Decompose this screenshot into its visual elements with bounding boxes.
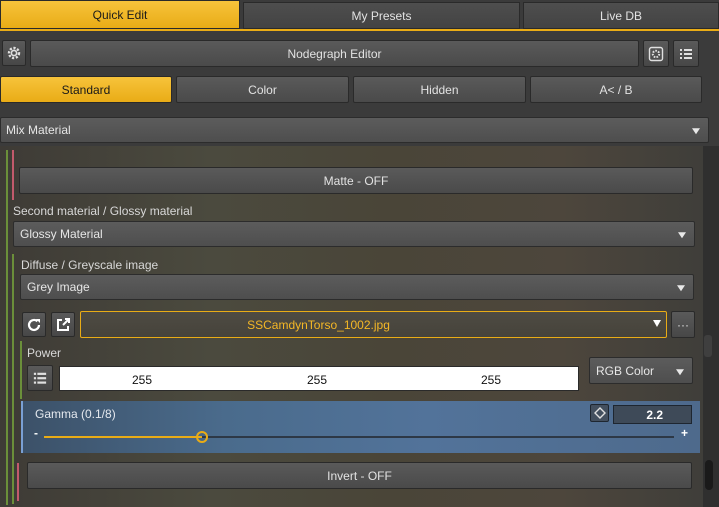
chevron-down-icon: [692, 128, 700, 135]
image-file-name: SSCamdynTorso_1002.jpg: [247, 317, 390, 332]
settings-button[interactable]: [2, 40, 26, 66]
chevron-down-icon: [677, 285, 685, 292]
power-color-field[interactable]: 255 255 255: [59, 366, 579, 391]
matte-toggle-button[interactable]: Matte - OFF: [19, 167, 693, 194]
reload-image-button[interactable]: [22, 312, 46, 337]
group-stripe-power: [20, 341, 22, 399]
image-options-button[interactable]: ···: [671, 311, 695, 338]
tab-quick-edit-label: Quick Edit: [92, 7, 148, 22]
gamma-label: Gamma (0.1/8): [35, 407, 116, 421]
chevron-down-icon: [676, 368, 684, 375]
gamma-slider-handle[interactable]: [195, 431, 208, 443]
scrollbar-track[interactable]: [703, 146, 719, 507]
power-list-button[interactable]: [27, 365, 53, 391]
filter-tab-color[interactable]: Color: [176, 76, 349, 103]
gamma-value-field[interactable]: 2.2: [613, 405, 692, 424]
filter-tab-color-label: Color: [248, 82, 277, 97]
second-material-value: Glossy Material: [20, 227, 103, 241]
filter-tab-standard[interactable]: Standard: [0, 76, 172, 103]
list-icon: [33, 372, 47, 384]
second-material-select[interactable]: Glossy Material: [13, 221, 695, 247]
filter-tab-hidden[interactable]: Hidden: [353, 76, 526, 103]
group-stripe-invert: [17, 463, 19, 501]
tab-my-presets-label: My Presets: [351, 8, 412, 23]
diffuse-value: Grey Image: [27, 280, 90, 294]
chevron-down-icon: [653, 320, 661, 327]
scrollbar-thumb[interactable]: [705, 460, 713, 490]
refresh-icon: [27, 318, 41, 331]
chevron-down-icon: [678, 232, 686, 239]
gear-icon: [7, 46, 21, 60]
gamma-slider-fill: [44, 436, 202, 438]
group-stripe-matte: [12, 150, 14, 200]
filter-tab-standard-label: Standard: [61, 82, 111, 97]
tab-live-db-label: Live DB: [599, 8, 643, 23]
tab-underline: [0, 29, 719, 31]
more-icon: ···: [677, 317, 689, 332]
nodegraph-editor-button[interactable]: Nodegraph Editor: [30, 40, 639, 67]
group-stripe-outer: [6, 150, 8, 505]
diffuse-select[interactable]: Grey Image: [20, 274, 694, 300]
power-blue-value[interactable]: 255: [481, 373, 501, 387]
power-mode-select[interactable]: RGB Color: [589, 357, 693, 384]
tab-live-db[interactable]: Live DB: [523, 2, 719, 29]
list-view-button[interactable]: [673, 40, 699, 67]
group-stripe-glossy: [12, 254, 14, 504]
diamond-icon: [593, 407, 606, 419]
gamma-decrement[interactable]: -: [34, 426, 38, 440]
tab-quick-edit[interactable]: Quick Edit: [0, 0, 240, 29]
gamma-value: 2.2: [646, 408, 663, 422]
invert-toggle-button[interactable]: Invert - OFF: [27, 462, 692, 489]
nodegraph-editor-label: Nodegraph Editor: [287, 46, 382, 61]
filter-tab-hidden-label: Hidden: [420, 82, 459, 97]
gamma-slider-track[interactable]: [44, 431, 674, 443]
gamma-stripe: [21, 401, 23, 453]
tab-my-presets[interactable]: My Presets: [243, 2, 520, 29]
material-type-value: Mix Material: [6, 123, 71, 137]
invert-toggle-label: Invert - OFF: [327, 468, 392, 483]
power-mode-value: RGB Color: [596, 363, 655, 378]
diffuse-label: Diffuse / Greyscale image: [21, 258, 159, 272]
second-material-label: Second material / Glossy material: [13, 204, 193, 218]
list-icon: [680, 48, 692, 59]
image-file-select[interactable]: SSCamdynTorso_1002.jpg: [80, 311, 667, 338]
gear-box-icon: [648, 46, 664, 61]
gamma-increment[interactable]: +: [681, 426, 688, 440]
external-link-icon: [57, 317, 70, 331]
power-green-value[interactable]: 255: [307, 373, 327, 387]
matte-toggle-label: Matte - OFF: [323, 173, 389, 188]
render-settings-button[interactable]: [643, 40, 669, 67]
gamma-keyframe-button[interactable]: [590, 404, 609, 422]
filter-tab-ab-label: A< / B: [599, 82, 633, 97]
filter-tab-ab[interactable]: A< / B: [530, 76, 702, 103]
power-label: Power: [27, 346, 62, 360]
material-type-select[interactable]: Mix Material: [0, 117, 709, 143]
power-red-value[interactable]: 255: [132, 373, 152, 387]
open-image-button[interactable]: [51, 312, 75, 337]
scrollbar-grip[interactable]: [704, 335, 712, 357]
